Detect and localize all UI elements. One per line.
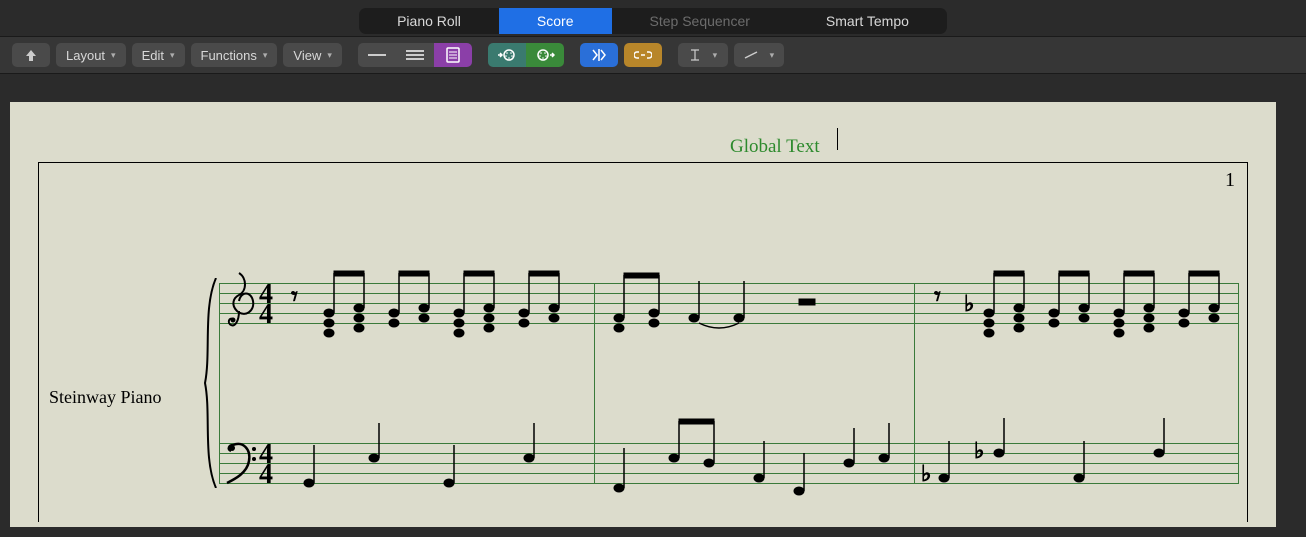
linear-view-icon xyxy=(368,50,386,60)
line-tool-icon xyxy=(744,50,758,60)
view-label: View xyxy=(293,48,321,63)
view-menu[interactable]: View ▾ xyxy=(283,43,341,67)
functions-menu[interactable]: Functions ▾ xyxy=(191,43,278,67)
catch-playhead-icon xyxy=(591,48,607,62)
arrow-up-icon xyxy=(24,48,38,62)
tab-segment: Piano Roll Score Step Sequencer Smart Te… xyxy=(359,8,947,34)
chevron-down-icon: ▾ xyxy=(170,50,175,61)
layout-label: Layout xyxy=(66,48,105,63)
page-view-button[interactable] xyxy=(434,43,472,67)
score-viewport[interactable]: Global Text 1 Steinway Piano xyxy=(10,102,1276,527)
catch-playhead-button[interactable] xyxy=(580,43,618,67)
layout-menu[interactable]: Layout ▾ xyxy=(56,43,126,67)
text-tool-icon xyxy=(689,48,701,62)
linear-view-button[interactable] xyxy=(358,43,396,67)
link-icon xyxy=(634,49,652,61)
midi-group xyxy=(488,43,564,67)
edit-menu[interactable]: Edit ▾ xyxy=(132,43,185,67)
treble-staff[interactable] xyxy=(219,283,1239,323)
global-text-field[interactable]: Global Text xyxy=(730,136,820,158)
midi-out-button[interactable] xyxy=(526,43,564,67)
hierarchy-up-button[interactable] xyxy=(12,43,50,67)
tab-piano-roll[interactable]: Piano Roll xyxy=(359,8,499,34)
tab-smart-tempo[interactable]: Smart Tempo xyxy=(788,8,947,34)
right-click-tool[interactable]: ▾ xyxy=(734,43,784,67)
functions-label: Functions xyxy=(201,48,257,63)
editor-tabs: Piano Roll Score Step Sequencer Smart Te… xyxy=(0,0,1306,36)
grand-staff-brace xyxy=(201,278,219,488)
page-number: 1 xyxy=(1225,169,1235,192)
score-toolbar: Layout ▾ Edit ▾ Functions ▾ View ▾ ▾ ▾ xyxy=(0,36,1306,74)
midi-in-icon xyxy=(497,48,517,62)
bass-staff[interactable] xyxy=(219,443,1239,483)
left-click-tool[interactable]: ▾ xyxy=(678,43,728,67)
score-page: 1 Steinway Piano xyxy=(38,162,1248,522)
tab-step-sequencer[interactable]: Step Sequencer xyxy=(612,8,788,34)
chevron-down-icon: ▾ xyxy=(263,50,268,61)
tab-score[interactable]: Score xyxy=(499,8,612,34)
text-cursor xyxy=(837,128,838,150)
chevron-down-icon: ▾ xyxy=(770,50,775,61)
chevron-down-icon: ▾ xyxy=(111,50,116,61)
instrument-name: Steinway Piano xyxy=(49,387,162,408)
chevron-down-icon: ▾ xyxy=(327,50,332,61)
link-button[interactable] xyxy=(624,43,662,67)
midi-in-button[interactable] xyxy=(488,43,526,67)
midi-out-icon xyxy=(535,48,555,62)
wrapped-view-button[interactable] xyxy=(396,43,434,67)
chevron-down-icon: ▾ xyxy=(713,50,718,61)
view-mode-group xyxy=(358,43,472,67)
edit-label: Edit xyxy=(142,48,164,63)
page-view-icon xyxy=(446,47,460,63)
wrapped-view-icon xyxy=(406,49,424,61)
staff-system xyxy=(219,283,1239,323)
